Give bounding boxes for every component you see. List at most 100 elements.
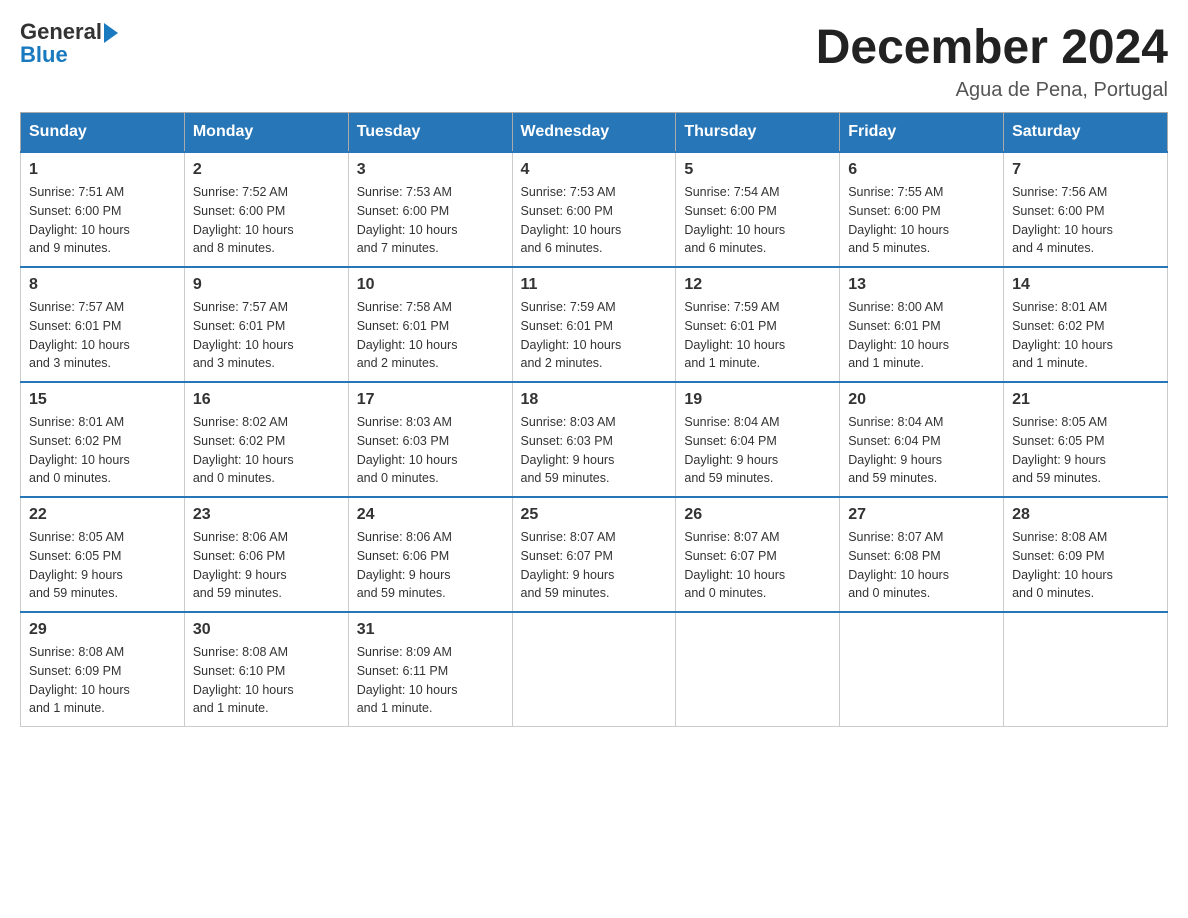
calendar-cell: 27 Sunrise: 8:07 AM Sunset: 6:08 PM Dayli…	[840, 497, 1004, 612]
day-info: Sunrise: 7:56 AM Sunset: 6:00 PM Dayligh…	[1012, 183, 1159, 258]
col-wednesday: Wednesday	[512, 113, 676, 153]
calendar-cell: 10Sunrise: 7:58 AM Sunset: 6:01 PM Dayli…	[348, 267, 512, 382]
day-info: Sunrise: 7:54 AM Sunset: 6:00 PM Dayligh…	[684, 183, 831, 258]
day-info: Sunrise: 8:01 AM Sunset: 6:02 PM Dayligh…	[29, 413, 176, 488]
calendar-cell: 6 Sunrise: 7:55 AM Sunset: 6:00 PM Daylig…	[840, 152, 1004, 267]
calendar-cell: 17 Sunrise: 8:03 AM Sunset: 6:03 PM Dayli…	[348, 382, 512, 497]
calendar-cell	[512, 612, 676, 727]
day-number: 14	[1012, 276, 1159, 294]
logo-text-line1: General	[20, 20, 118, 44]
calendar-cell	[676, 612, 840, 727]
day-number: 23	[193, 506, 340, 524]
calendar-cell: 26 Sunrise: 8:07 AM Sunset: 6:07 PM Dayli…	[676, 497, 840, 612]
day-number: 26	[684, 506, 831, 524]
day-number: 3	[357, 161, 504, 179]
day-info: Sunrise: 7:59 AM Sunset: 6:01 PM Dayligh…	[684, 298, 831, 373]
calendar-cell: 16Sunrise: 8:02 AM Sunset: 6:02 PM Dayli…	[184, 382, 348, 497]
calendar-cell: 30 Sunrise: 8:08 AM Sunset: 6:10 PM Dayli…	[184, 612, 348, 727]
calendar-week-row: 8 Sunrise: 7:57 AM Sunset: 6:01 PM Daylig…	[21, 267, 1168, 382]
calendar-cell: 15 Sunrise: 8:01 AM Sunset: 6:02 PM Dayli…	[21, 382, 185, 497]
col-thursday: Thursday	[676, 113, 840, 153]
day-info: Sunrise: 8:08 AM Sunset: 6:10 PM Dayligh…	[193, 643, 340, 718]
day-number: 21	[1012, 391, 1159, 409]
day-info: Sunrise: 7:51 AM Sunset: 6:00 PM Dayligh…	[29, 183, 176, 258]
calendar-cell: 14 Sunrise: 8:01 AM Sunset: 6:02 PM Dayli…	[1004, 267, 1168, 382]
col-saturday: Saturday	[1004, 113, 1168, 153]
col-monday: Monday	[184, 113, 348, 153]
day-info: Sunrise: 7:53 AM Sunset: 6:00 PM Dayligh…	[521, 183, 668, 258]
day-number: 20	[848, 391, 995, 409]
calendar-table: Sunday Monday Tuesday Wednesday Thursday…	[20, 112, 1168, 727]
day-number: 29	[29, 621, 176, 639]
day-number: 25	[521, 506, 668, 524]
day-number: 18	[521, 391, 668, 409]
day-info: Sunrise: 8:04 AM Sunset: 6:04 PM Dayligh…	[684, 413, 831, 488]
day-info: Sunrise: 8:00 AM Sunset: 6:01 PM Dayligh…	[848, 298, 995, 373]
day-number: 11	[521, 276, 668, 294]
page-header: General Blue December 2024 Agua de Pena,…	[20, 20, 1168, 102]
day-number: 4	[521, 161, 668, 179]
calendar-cell: 20 Sunrise: 8:04 AM Sunset: 6:04 PM Dayli…	[840, 382, 1004, 497]
day-number: 24	[357, 506, 504, 524]
day-number: 31	[357, 621, 504, 639]
day-number: 22	[29, 506, 176, 524]
calendar-cell: 29 Sunrise: 8:08 AM Sunset: 6:09 PM Dayli…	[21, 612, 185, 727]
day-number: 17	[357, 391, 504, 409]
day-number: 30	[193, 621, 340, 639]
day-info: Sunrise: 8:07 AM Sunset: 6:07 PM Dayligh…	[521, 528, 668, 603]
day-info: Sunrise: 7:52 AM Sunset: 6:00 PM Dayligh…	[193, 183, 340, 258]
calendar-week-row: 15 Sunrise: 8:01 AM Sunset: 6:02 PM Dayli…	[21, 382, 1168, 497]
day-info: Sunrise: 8:07 AM Sunset: 6:08 PM Dayligh…	[848, 528, 995, 603]
day-number: 9	[193, 276, 340, 294]
day-info: Sunrise: 7:57 AM Sunset: 6:01 PM Dayligh…	[193, 298, 340, 373]
calendar-cell: 3Sunrise: 7:53 AM Sunset: 6:00 PM Daylig…	[348, 152, 512, 267]
calendar-cell: 11 Sunrise: 7:59 AM Sunset: 6:01 PM Dayli…	[512, 267, 676, 382]
location-subtitle: Agua de Pena, Portugal	[816, 79, 1168, 102]
calendar-cell: 8 Sunrise: 7:57 AM Sunset: 6:01 PM Daylig…	[21, 267, 185, 382]
logo: General Blue	[20, 20, 118, 68]
calendar-week-row: 22Sunrise: 8:05 AM Sunset: 6:05 PM Dayli…	[21, 497, 1168, 612]
day-number: 7	[1012, 161, 1159, 179]
header-row: Sunday Monday Tuesday Wednesday Thursday…	[21, 113, 1168, 153]
calendar-cell: 31 Sunrise: 8:09 AM Sunset: 6:11 PM Dayli…	[348, 612, 512, 727]
day-info: Sunrise: 8:03 AM Sunset: 6:03 PM Dayligh…	[521, 413, 668, 488]
day-info: Sunrise: 7:59 AM Sunset: 6:01 PM Dayligh…	[521, 298, 668, 373]
logo-text-line2: Blue	[20, 42, 68, 68]
calendar-cell: 25 Sunrise: 8:07 AM Sunset: 6:07 PM Dayli…	[512, 497, 676, 612]
day-info: Sunrise: 7:57 AM Sunset: 6:01 PM Dayligh…	[29, 298, 176, 373]
calendar-cell	[1004, 612, 1168, 727]
calendar-cell: 4 Sunrise: 7:53 AM Sunset: 6:00 PM Daylig…	[512, 152, 676, 267]
day-number: 15	[29, 391, 176, 409]
day-info: Sunrise: 8:08 AM Sunset: 6:09 PM Dayligh…	[29, 643, 176, 718]
calendar-cell: 2 Sunrise: 7:52 AM Sunset: 6:00 PM Daylig…	[184, 152, 348, 267]
day-info: Sunrise: 8:07 AM Sunset: 6:07 PM Dayligh…	[684, 528, 831, 603]
day-info: Sunrise: 7:55 AM Sunset: 6:00 PM Dayligh…	[848, 183, 995, 258]
calendar-cell: 12 Sunrise: 7:59 AM Sunset: 6:01 PM Dayli…	[676, 267, 840, 382]
day-info: Sunrise: 8:03 AM Sunset: 6:03 PM Dayligh…	[357, 413, 504, 488]
day-info: Sunrise: 8:01 AM Sunset: 6:02 PM Dayligh…	[1012, 298, 1159, 373]
calendar-cell: 1Sunrise: 7:51 AM Sunset: 6:00 PM Daylig…	[21, 152, 185, 267]
calendar-week-row: 29 Sunrise: 8:08 AM Sunset: 6:09 PM Dayli…	[21, 612, 1168, 727]
title-area: December 2024 Agua de Pena, Portugal	[816, 20, 1168, 102]
calendar-cell: 28Sunrise: 8:08 AM Sunset: 6:09 PM Dayli…	[1004, 497, 1168, 612]
col-tuesday: Tuesday	[348, 113, 512, 153]
day-number: 10	[357, 276, 504, 294]
calendar-cell: 22Sunrise: 8:05 AM Sunset: 6:05 PM Dayli…	[21, 497, 185, 612]
day-number: 27	[848, 506, 995, 524]
day-info: Sunrise: 8:04 AM Sunset: 6:04 PM Dayligh…	[848, 413, 995, 488]
day-info: Sunrise: 8:08 AM Sunset: 6:09 PM Dayligh…	[1012, 528, 1159, 603]
day-number: 2	[193, 161, 340, 179]
col-friday: Friday	[840, 113, 1004, 153]
calendar-cell: 7 Sunrise: 7:56 AM Sunset: 6:00 PM Daylig…	[1004, 152, 1168, 267]
calendar-cell: 13 Sunrise: 8:00 AM Sunset: 6:01 PM Dayli…	[840, 267, 1004, 382]
day-info: Sunrise: 8:09 AM Sunset: 6:11 PM Dayligh…	[357, 643, 504, 718]
calendar-cell: 9 Sunrise: 7:57 AM Sunset: 6:01 PM Daylig…	[184, 267, 348, 382]
day-number: 13	[848, 276, 995, 294]
day-info: Sunrise: 8:06 AM Sunset: 6:06 PM Dayligh…	[193, 528, 340, 603]
calendar-cell	[840, 612, 1004, 727]
day-number: 8	[29, 276, 176, 294]
day-number: 12	[684, 276, 831, 294]
calendar-cell: 24Sunrise: 8:06 AM Sunset: 6:06 PM Dayli…	[348, 497, 512, 612]
day-number: 6	[848, 161, 995, 179]
calendar-week-row: 1Sunrise: 7:51 AM Sunset: 6:00 PM Daylig…	[21, 152, 1168, 267]
